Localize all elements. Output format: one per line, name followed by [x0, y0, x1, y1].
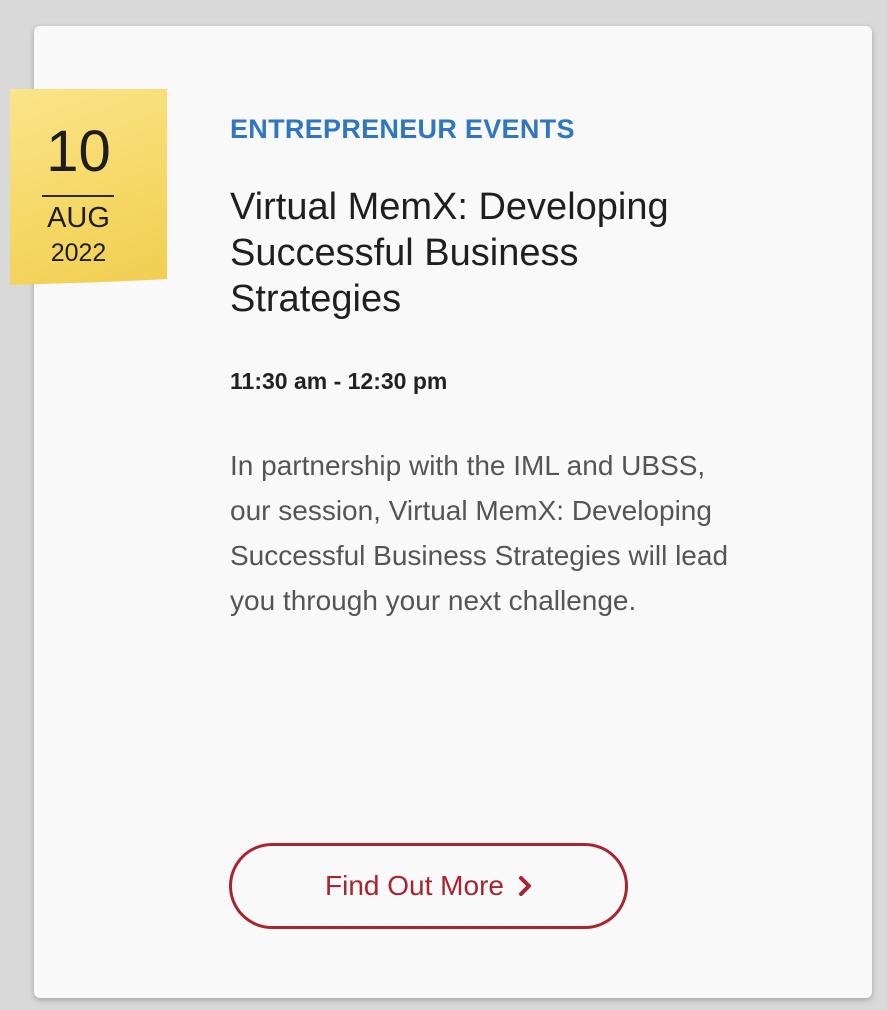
find-out-more-label: Find Out More — [325, 870, 504, 901]
event-time: 11:30 am - 12:30 pm — [230, 368, 448, 394]
event-description: In partnership with the IML and UBSS, ou… — [230, 450, 729, 616]
chevron-right-icon — [518, 875, 532, 897]
date-day: 10 — [46, 119, 111, 184]
date-month: AUG — [47, 202, 110, 234]
event-category: ENTREPRENEUR EVENTS — [230, 114, 575, 144]
date-divider — [42, 195, 114, 197]
find-out-more-button[interactable]: Find Out More — [229, 843, 628, 929]
date-year: 2022 — [50, 239, 107, 267]
event-title: Virtual MemX: Developing Successful Busi… — [230, 186, 669, 320]
date-badge: 10 AUG 2022 — [10, 89, 167, 285]
